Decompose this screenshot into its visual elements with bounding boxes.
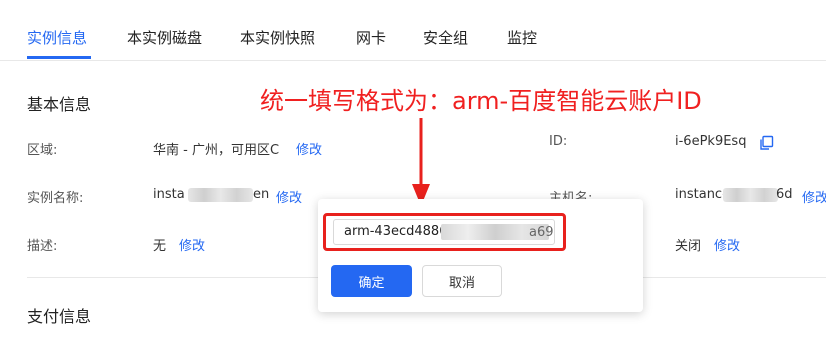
tab-network-card[interactable]: 网卡 (356, 27, 386, 48)
cancel-button[interactable]: 取消 (422, 265, 502, 297)
instance-name-label: 实例名称: (27, 191, 84, 206)
setting-edit-link[interactable]: 修改 (714, 235, 740, 254)
tab-monitoring[interactable]: 监控 (507, 27, 537, 48)
setting-value: 关闭 (675, 239, 702, 254)
instance-name-suffix: en (253, 187, 270, 202)
tab-instance-disks[interactable]: 本实例磁盘 (127, 27, 202, 48)
tab-instance-snapshots[interactable]: 本实例快照 (240, 27, 315, 48)
region-edit-link[interactable]: 修改 (296, 139, 322, 158)
id-label: ID: (549, 134, 568, 149)
hostname-redaction (723, 188, 778, 202)
active-tab-indicator (27, 56, 91, 59)
instance-name-redaction (188, 188, 253, 202)
copy-icon[interactable] (758, 135, 774, 151)
tab-instance-info[interactable]: 实例信息 (27, 27, 87, 48)
description-edit-link[interactable]: 修改 (179, 235, 205, 254)
confirm-button[interactable]: 确定 (331, 265, 412, 297)
instance-name-prefix: insta (153, 187, 185, 202)
hostname-suffix: 6d (776, 187, 793, 202)
tab-bar: 实例信息 本实例磁盘 本实例快照 网卡 安全组 监控 (0, 0, 826, 61)
instance-name-edit-link[interactable]: 修改 (276, 187, 302, 206)
basic-info-title: 基本信息 (27, 95, 92, 114)
id-value: i-6ePk9Esq (675, 134, 747, 149)
input-highlight-box (323, 213, 566, 251)
region-label: 区域: (27, 143, 58, 158)
description-label: 描述: (27, 239, 58, 254)
payment-info-title: 支付信息 (27, 307, 92, 326)
hostname-prefix: instance (675, 187, 731, 202)
region-value: 华南 - 广州，可用区C (153, 143, 280, 158)
description-value: 无 (153, 239, 167, 254)
tab-security-group[interactable]: 安全组 (423, 27, 468, 48)
arrow-down-icon (412, 118, 430, 206)
hostname-edit-link[interactable]: 修改 (802, 187, 826, 206)
annotation-text: 统一填写格式为：arm-百度智能云账户ID (260, 87, 702, 115)
